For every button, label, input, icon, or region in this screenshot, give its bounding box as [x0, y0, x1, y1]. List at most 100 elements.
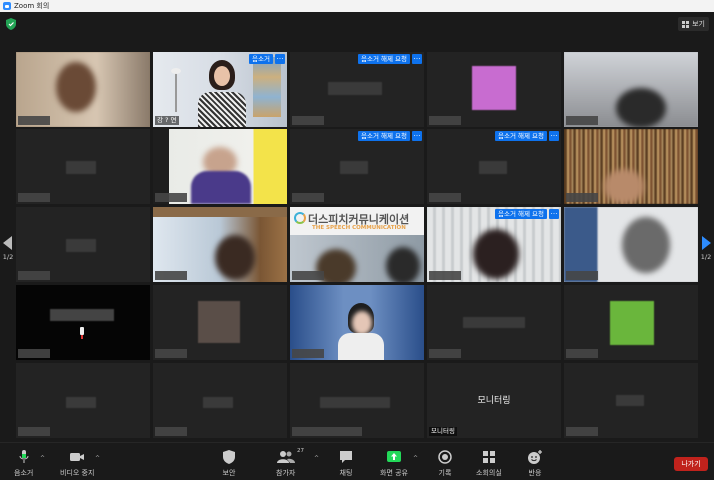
participants-icon [276, 451, 295, 463]
record-icon [438, 450, 452, 464]
mute-button[interactable]: 음소거 [14, 449, 33, 478]
participant-name-center [50, 309, 114, 321]
video-tile[interactable] [16, 52, 150, 127]
video-tile[interactable] [153, 285, 287, 360]
video-tile[interactable] [564, 285, 698, 360]
participant-image [352, 311, 372, 335]
video-tile[interactable] [290, 285, 424, 360]
more-options-button[interactable]: … [549, 131, 559, 141]
participant-image [622, 217, 670, 273]
gallery-view: 음소거 … 강 ? 연 음소거 해제 요청 … 음소거 해제 요청 … 음소거 … [0, 38, 714, 442]
video-tile[interactable] [153, 363, 287, 438]
unmute-request-button[interactable]: 음소거 해제 요청 [495, 131, 547, 141]
video-tile[interactable]: 더스피치커뮤니케이션 THE SPEECH COMMUNICATION [290, 207, 424, 282]
record-button[interactable]: 기록 [437, 449, 453, 478]
video-tile[interactable] [290, 363, 424, 438]
avatar [198, 301, 240, 343]
video-tile[interactable] [427, 285, 561, 360]
video-tile[interactable]: 모니터링 모니터링 [427, 363, 561, 438]
breakout-rooms-icon [482, 451, 495, 463]
video-tile-active-speaker[interactable]: 음소거 … 강 ? 연 [153, 52, 287, 127]
unmute-request-button[interactable]: 음소거 해제 요청 [495, 209, 547, 219]
name-label [18, 427, 50, 436]
video-tile[interactable]: 음소거 해제 요청 … [427, 129, 561, 204]
audio-options-chevron-up-icon[interactable]: ^ [40, 455, 45, 462]
unmute-request-button[interactable]: 음소거 해제 요청 [358, 131, 410, 141]
more-options-button[interactable]: … [412, 54, 422, 64]
zoom-logo-icon [3, 2, 11, 10]
name-label [429, 271, 461, 280]
video-options-chevron-up-icon[interactable]: ^ [95, 455, 100, 462]
name-label [292, 116, 324, 125]
participant-name-center [328, 82, 382, 95]
chat-bubble-icon [340, 451, 352, 463]
more-options-button[interactable]: … [549, 209, 559, 219]
share-screen-button[interactable]: 화면 공유 [380, 449, 408, 478]
participant-name-center: 모니터링 [477, 396, 511, 406]
name-label [566, 271, 598, 280]
more-options-button[interactable]: … [412, 131, 422, 141]
participant-name-center [203, 397, 233, 408]
stop-video-button[interactable]: 비디오 중지 [60, 449, 94, 478]
ceiling-image [153, 207, 287, 217]
body-image [198, 92, 246, 127]
reactions-button[interactable]: 반응 [527, 449, 543, 478]
participant-name-center [320, 397, 390, 408]
name-label [566, 349, 598, 358]
bookshelf-image [253, 57, 281, 117]
brand-logo-icon [294, 212, 306, 224]
name-label [292, 271, 324, 280]
video-tile[interactable]: 음소거 해제 요청 … [427, 207, 561, 282]
participants-label: 참가자 [276, 469, 296, 477]
video-tile[interactable] [153, 207, 287, 282]
name-label [566, 427, 598, 436]
lamp-image [175, 72, 177, 112]
leave-button[interactable]: 나가기 [674, 457, 708, 471]
grid-view-icon [682, 20, 690, 28]
video-tile[interactable] [16, 207, 150, 282]
participants-button[interactable]: 참가자 [276, 449, 295, 478]
name-label [292, 349, 324, 358]
video-tile[interactable] [564, 52, 698, 127]
breakout-rooms-button[interactable]: 소회의실 [476, 449, 502, 478]
video-tile[interactable] [16, 285, 150, 360]
share-screen-label: 화면 공유 [380, 469, 408, 477]
chat-button[interactable]: 채팅 [338, 449, 354, 478]
smiley-plus-icon [528, 450, 542, 464]
view-button[interactable]: 보기 [678, 17, 709, 31]
name-label [155, 193, 187, 202]
video-tile[interactable]: 음소거 해제 요청 … [290, 52, 424, 127]
previous-page-button[interactable]: 1/2 [0, 236, 16, 284]
video-tile[interactable] [564, 207, 698, 282]
unmute-request-button[interactable]: 음소거 해제 요청 [358, 54, 410, 64]
more-options-button[interactable]: … [275, 54, 285, 64]
participants-options-chevron-up-icon[interactable]: ^ [314, 455, 319, 462]
reactions-label: 반응 [528, 469, 542, 477]
mute-participant-button[interactable]: 음소거 [249, 54, 273, 64]
participant-name: 강 ? 연 [155, 116, 179, 125]
window-titlebar: Zoom 회의 [0, 0, 714, 12]
video-tile[interactable] [16, 129, 150, 204]
name-label [18, 271, 50, 280]
participant-name-center [616, 395, 644, 406]
video-tile[interactable] [564, 363, 698, 438]
name-label [18, 116, 50, 125]
video-tile[interactable] [16, 363, 150, 438]
video-tile[interactable] [153, 129, 287, 204]
security-label: 보안 [222, 469, 236, 477]
video-tile[interactable]: 음소거 해제 요청 … [290, 129, 424, 204]
share-options-chevron-up-icon[interactable]: ^ [413, 455, 418, 462]
lamp-shade-image [171, 68, 181, 74]
participant-image [215, 235, 255, 280]
next-page-button[interactable]: 1/2 [698, 236, 714, 284]
video-tile[interactable] [427, 52, 561, 127]
video-tile[interactable] [564, 129, 698, 204]
name-label [429, 193, 461, 202]
security-button[interactable]: 보안 [222, 449, 236, 478]
encryption-shield-icon[interactable] [6, 18, 16, 30]
participants-count: 27 [297, 448, 304, 454]
meeting-topbar: 보기 [0, 12, 714, 38]
participant-image [56, 62, 96, 112]
participant-name-center [66, 239, 96, 252]
page-indicator-left: 1/2 [2, 253, 14, 261]
